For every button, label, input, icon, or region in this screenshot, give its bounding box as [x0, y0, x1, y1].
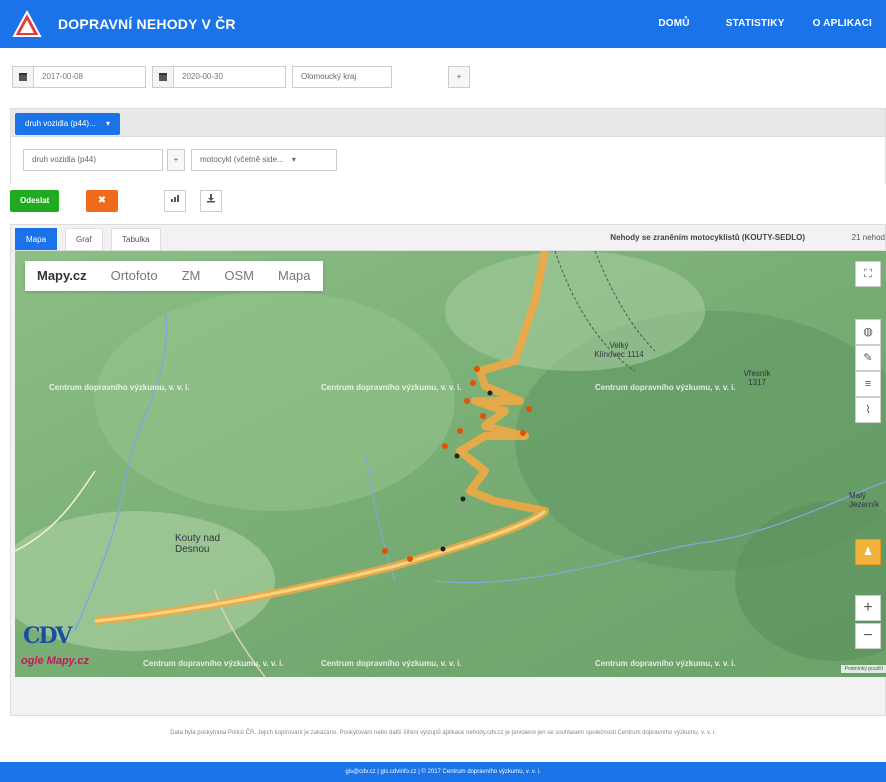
list-icon[interactable]: ≡: [855, 371, 881, 397]
layer-osm[interactable]: OSM: [212, 261, 266, 291]
filter-chip-label: druh vozidla (p44)...: [25, 119, 96, 128]
calendar-icon[interactable]: [152, 66, 174, 88]
tab-table[interactable]: Tabulka: [111, 228, 161, 250]
attachment-icon[interactable]: ⌇: [855, 397, 881, 423]
vehicle-type-select[interactable]: druh vozidla (p44): [23, 149, 163, 171]
date-from-input[interactable]: 2017-00-08: [34, 66, 146, 88]
layer-mapy-cz[interactable]: Mapy.cz: [25, 261, 99, 291]
map-watermark: Centrum dopravního výzkumu, v. v. i.: [595, 383, 736, 392]
vehicle-value-select[interactable]: motocykl (včetně side... ▾: [191, 149, 337, 171]
map-canvas[interactable]: Mapy.cz Ortofoto ZM OSM Mapa Centrum dop…: [15, 251, 886, 677]
region-select[interactable]: Olomoucký kraj: [292, 66, 392, 88]
nav-home[interactable]: DOMŮ: [658, 0, 703, 48]
place-label-vresnik: Vřesník 1317: [743, 369, 771, 387]
place-label-maly-jezernik: Malý Jezerník: [849, 491, 880, 509]
map-layer-switcher: Mapy.cz Ortofoto ZM OSM Mapa: [25, 261, 323, 291]
submit-button[interactable]: Odeslat: [10, 190, 60, 212]
tab-map[interactable]: Mapa: [15, 228, 58, 250]
footer-note: Data byla poskytnuta Policií ČR. Jejich …: [170, 730, 716, 736]
filter-panel-body: druh vozidla (p44) + motocykl (včetně si…: [11, 137, 885, 185]
clear-button[interactable]: ✖: [86, 190, 118, 212]
map-watermark: Centrum dopravního výzkumu, v. v. i.: [49, 383, 190, 392]
download-icon[interactable]: [200, 190, 222, 212]
warning-triangle-logo-icon[interactable]: [12, 9, 42, 39]
add-value-button[interactable]: +: [167, 149, 185, 171]
place-label-velky-klinovec: Velký Klínovec 1114: [594, 341, 644, 359]
filter-chip[interactable]: druh vozidla (p44)... ▾: [15, 113, 120, 135]
main-nav: DOMŮ STATISTIKY O APLIKACI: [658, 0, 886, 48]
topographic-map[interactable]: [15, 251, 886, 677]
accident-count: 21 nehod: [851, 233, 885, 242]
add-filter-button[interactable]: +: [448, 66, 470, 88]
chevron-down-icon: ▾: [291, 155, 296, 164]
footer-bar: gis@cdv.cz | gis.cdvinfo.cz | © 2017 Cen…: [0, 762, 886, 782]
calendar-icon[interactable]: [12, 66, 34, 88]
map-panel: Mapa Graf Tabulka Nehody se zraněním mot…: [10, 224, 886, 716]
cdv-logo-icon: CDV: [23, 623, 72, 649]
place-label-kouty: Kouty nad Desnou: [175, 533, 221, 555]
fullscreen-icon[interactable]: ⛶: [855, 261, 881, 287]
mapy-cz-logo-icon: ogle Mapy.cz: [21, 655, 90, 667]
filter-tabbar: druh vozidla (p44)... ▾: [11, 109, 885, 137]
map-tabbar: Mapa Graf Tabulka Nehody se zraněním mot…: [11, 225, 885, 251]
globe-icon[interactable]: ◍: [855, 319, 881, 345]
layer-mapa[interactable]: Mapa: [266, 261, 323, 291]
map-watermark: Centrum dopravního výzkumu, v. v. i.: [595, 659, 736, 668]
map-attribution[interactable]: Podmínky použití: [840, 665, 886, 673]
zoom-out-icon[interactable]: −: [855, 623, 881, 649]
pegman-icon[interactable]: ♟: [855, 539, 881, 565]
app-title[interactable]: DOPRAVNÍ NEHODY V ČR: [58, 0, 236, 48]
date-to-input[interactable]: 2020-00-30: [174, 66, 286, 88]
layer-zm[interactable]: ZM: [170, 261, 213, 291]
layer-ortofoto[interactable]: Ortofoto: [99, 261, 170, 291]
filter-row: 2017-00-08 2020-00-30 Olomoucký kraj +: [12, 65, 470, 89]
map-watermark: Centrum dopravního výzkumu, v. v. i.: [321, 383, 462, 392]
filter-panel: druh vozidla (p44)... ▾ druh vozidla (p4…: [10, 108, 886, 185]
chevron-down-icon: ▾: [105, 119, 110, 128]
zoom-in-icon[interactable]: +: [855, 595, 881, 621]
vehicle-value-label: motocykl (včetně side...: [200, 155, 284, 164]
nav-statistics[interactable]: STATISTIKY: [712, 0, 799, 48]
nav-about[interactable]: O APLIKACI: [799, 0, 886, 48]
map-watermark: Centrum dopravního výzkumu, v. v. i.: [321, 659, 462, 668]
tab-graph[interactable]: Graf: [65, 228, 103, 250]
top-navbar: DOPRAVNÍ NEHODY V ČR DOMŮ STATISTIKY O A…: [0, 0, 886, 48]
map-title: Nehody se zraněním motocyklistů (KOUTY-S…: [610, 233, 805, 242]
map-watermark: Centrum dopravního výzkumu, v. v. i.: [143, 659, 284, 668]
chart-icon[interactable]: [164, 190, 186, 212]
pencil-icon[interactable]: ✎: [855, 345, 881, 371]
